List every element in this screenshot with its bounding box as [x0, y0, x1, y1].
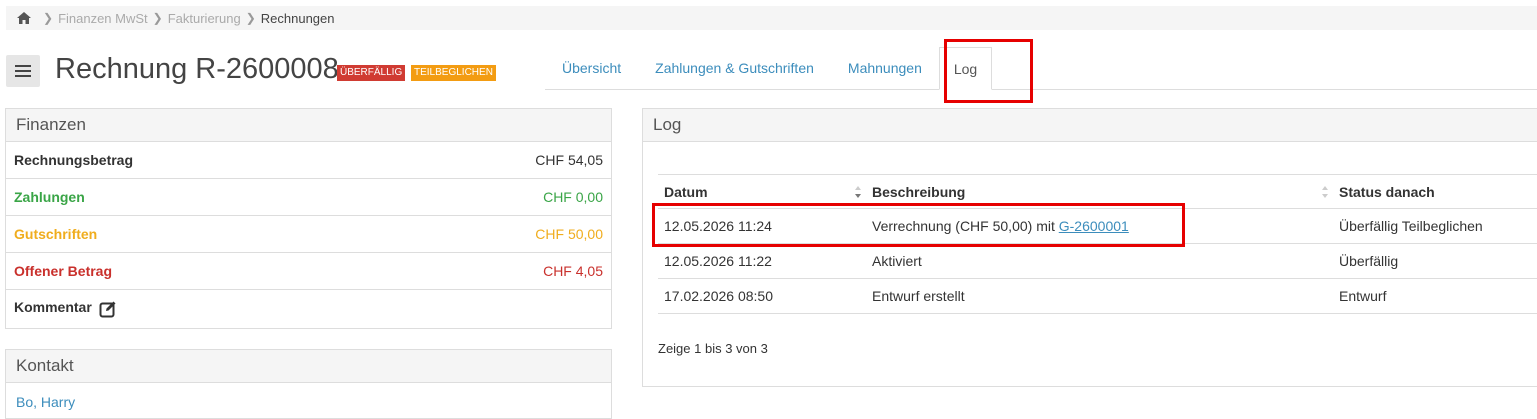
credit-note-link[interactable]: G-2600001 [1059, 218, 1129, 234]
contact-name-link[interactable]: Bo, Harry [6, 394, 611, 410]
breadcrumb-item-fakturierung[interactable]: Fakturierung [168, 11, 241, 26]
finance-label: Zahlungen [14, 189, 85, 205]
page-title: Rechnung R-2600008 [55, 53, 339, 85]
edit-icon[interactable] [99, 300, 117, 318]
tab-bar: Übersicht Zahlungen & Gutschriften Mahnu… [545, 47, 1537, 90]
status-badge-overdue: ÜBERFÄLLIG [337, 65, 406, 81]
log-status: Überfällig [1333, 243, 1537, 279]
log-table: Datum Beschreibung Status danach 12.05.2… [658, 174, 1537, 314]
finance-row-payments: Zahlungen CHF 0,00 [6, 179, 611, 216]
table-row: 12.05.2026 11:22 Aktiviert Überfällig [658, 243, 1537, 279]
finances-heading: Finanzen [6, 109, 611, 142]
contact-heading: Kontakt [6, 350, 611, 383]
sort-desc-icon [855, 186, 861, 198]
log-date: 17.02.2026 08:50 [658, 278, 866, 314]
sort-icon [1322, 186, 1328, 198]
finance-value: CHF 54,05 [535, 152, 603, 168]
finance-label: Gutschriften [14, 226, 98, 242]
finance-value: CHF 0,00 [543, 189, 603, 205]
breadcrumb: ❯ Finanzen MwSt ❯ Fakturierung ❯ Rechnun… [6, 6, 1537, 30]
tab-uebersicht[interactable]: Übersicht [545, 47, 638, 89]
finance-value: CHF 4,05 [543, 263, 603, 279]
finance-row-open-amount: Offener Betrag CHF 4,05 [6, 253, 611, 290]
log-heading: Log [643, 109, 1537, 142]
finance-row-invoice-amount: Rechnungsbetrag CHF 54,05 [6, 142, 611, 179]
menu-toggle-button[interactable] [6, 55, 40, 87]
column-header-beschreibung[interactable]: Beschreibung [866, 174, 1333, 209]
comment-label-wrap: Kommentar [14, 299, 117, 318]
finance-value: CHF 50,00 [535, 226, 603, 242]
log-table-header-row: Datum Beschreibung Status danach [658, 174, 1537, 209]
breadcrumb-item-finanzen[interactable]: Finanzen MwSt [58, 11, 148, 26]
log-status: Entwurf [1333, 278, 1537, 314]
tab-mahnungen[interactable]: Mahnungen [831, 47, 939, 89]
column-header-status[interactable]: Status danach [1333, 174, 1537, 209]
table-row: 12.05.2026 11:24 Verrechnung (CHF 50,00)… [658, 208, 1537, 244]
status-badge-partial: TEILBEGLICHEN [411, 65, 496, 81]
finance-row-comment: Kommentar [6, 290, 611, 327]
table-row: 17.02.2026 08:50 Entwurf erstellt Entwur… [658, 278, 1537, 314]
chevron-right-icon: ❯ [43, 11, 54, 25]
contact-panel: Kontakt Bo, Harry [5, 349, 612, 419]
chevron-right-icon: ❯ [152, 11, 163, 25]
log-description: Entwurf erstellt [866, 278, 1333, 314]
log-description: Verrechnung (CHF 50,00) mit G-2600001 [866, 208, 1333, 244]
log-status: Überfällig Teilbeglichen [1333, 208, 1537, 244]
finances-panel: Finanzen Rechnungsbetrag CHF 54,05 Zahlu… [5, 108, 612, 329]
comment-label: Kommentar [14, 299, 92, 316]
log-date: 12.05.2026 11:24 [658, 208, 866, 244]
chevron-right-icon: ❯ [245, 11, 256, 25]
log-description: Aktiviert [866, 243, 1333, 279]
log-panel: Log Datum Beschreibung Status danach 12.… [642, 108, 1537, 387]
finance-row-credits: Gutschriften CHF 50,00 [6, 216, 611, 253]
home-icon[interactable] [16, 11, 32, 25]
log-date: 12.05.2026 11:22 [658, 243, 866, 279]
column-header-datum[interactable]: Datum [658, 174, 866, 209]
tab-zahlungen-gutschriften[interactable]: Zahlungen & Gutschriften [638, 47, 831, 89]
finance-label: Rechnungsbetrag [14, 152, 134, 168]
tab-log[interactable]: Log [938, 47, 993, 90]
table-info: Zeige 1 bis 3 von 3 [658, 341, 768, 356]
hamburger-icon [15, 65, 31, 77]
finance-label: Offener Betrag [14, 263, 113, 279]
breadcrumb-current: Rechnungen [260, 10, 335, 26]
